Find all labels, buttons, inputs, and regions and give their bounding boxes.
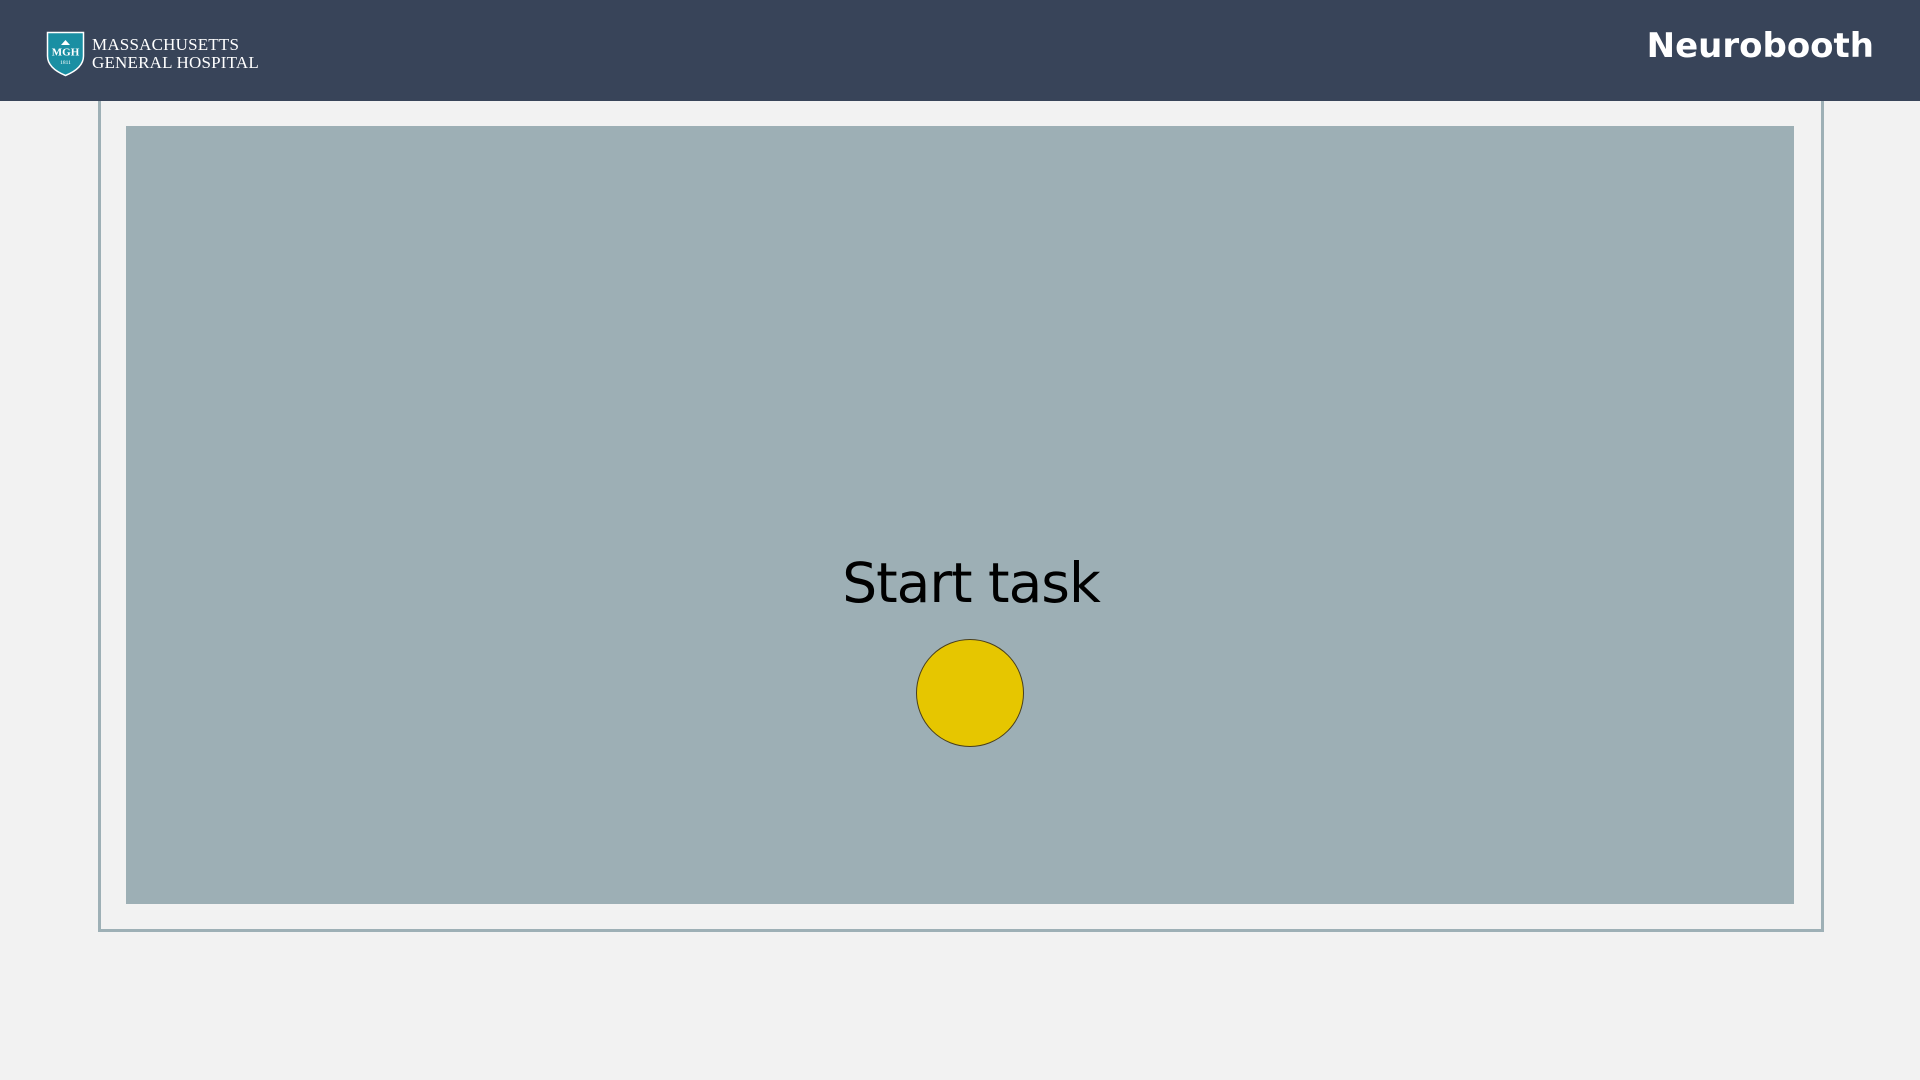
start-task-prompt: Start task — [842, 551, 1101, 615]
start-target-circle[interactable] — [916, 639, 1024, 747]
app-title: Neurobooth — [1646, 26, 1874, 66]
svg-text:MGH: MGH — [52, 47, 80, 59]
hospital-name-line1: MASSACHUSETTS — [92, 35, 240, 54]
hospital-name: MASSACHUSETTS GENERAL HOSPITAL — [92, 36, 259, 72]
mgh-shield-icon: MGH 1811 — [46, 31, 85, 77]
top-header-bar: MGH 1811 MASSACHUSETTS GENERAL HOSPITAL … — [0, 0, 1920, 101]
hospital-name-line2: GENERAL HOSPITAL — [92, 53, 259, 72]
task-stage — [126, 126, 1794, 904]
mgh-logo: MGH 1811 MASSACHUSETTS GENERAL HOSPITAL — [46, 31, 259, 77]
svg-text:1811: 1811 — [60, 60, 71, 66]
